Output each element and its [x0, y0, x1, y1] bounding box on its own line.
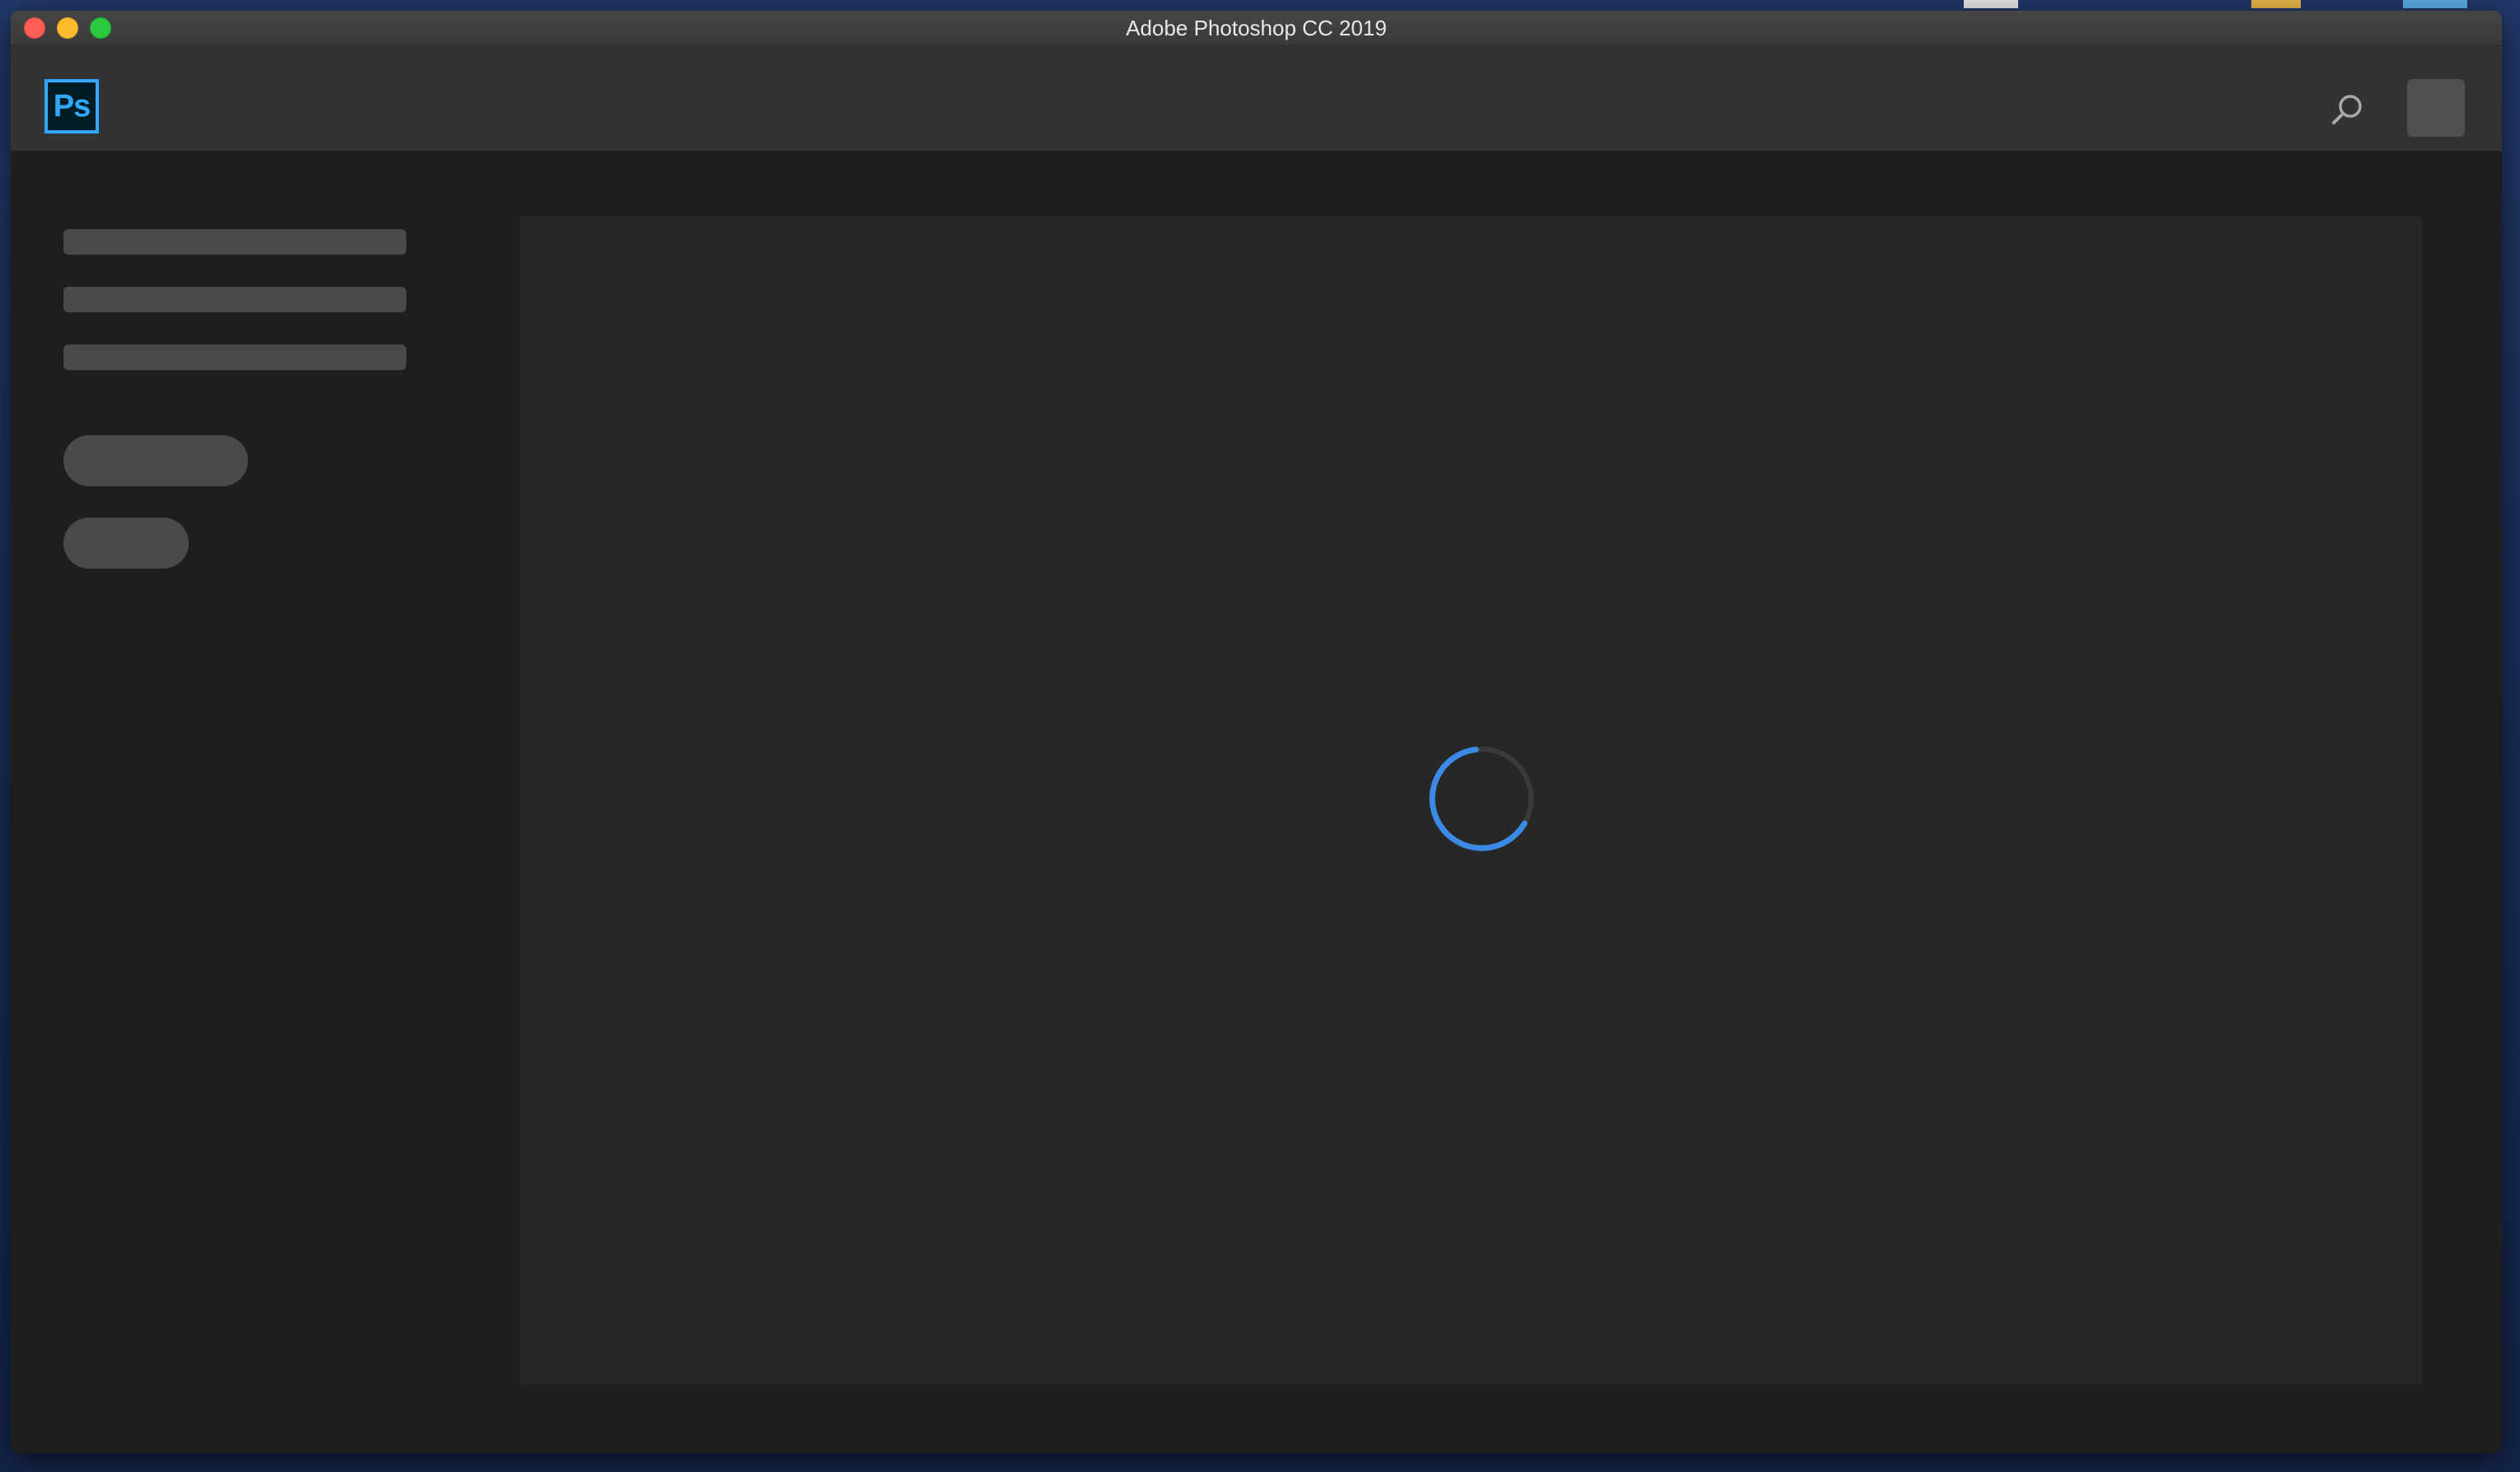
desktop-background-item: [2251, 0, 2301, 8]
app-header: Ps: [11, 46, 2502, 151]
desktop-background-item: [1964, 0, 2018, 8]
button-placeholder: [63, 518, 189, 569]
search-icon: [2332, 95, 2362, 124]
desktop-background-item: [2403, 0, 2467, 8]
sidebar-item-placeholder: [63, 229, 406, 255]
loading-spinner-icon: [1429, 746, 1534, 851]
search-button[interactable]: [2326, 90, 2368, 131]
sidebar-item-placeholder: [63, 287, 406, 312]
main-content-panel: [519, 217, 2422, 1385]
sidebar-item-placeholder: [63, 345, 406, 370]
title-bar: Adobe Photoshop CC 2019: [11, 11, 2502, 46]
avatar[interactable]: [2407, 79, 2465, 137]
home-content: [11, 151, 2502, 1453]
window-title: Adobe Photoshop CC 2019: [1126, 16, 1387, 40]
button-placeholder: [63, 435, 248, 486]
app-window: Adobe Photoshop CC 2019 Ps: [11, 11, 2502, 1453]
photoshop-logo: Ps: [44, 79, 99, 134]
